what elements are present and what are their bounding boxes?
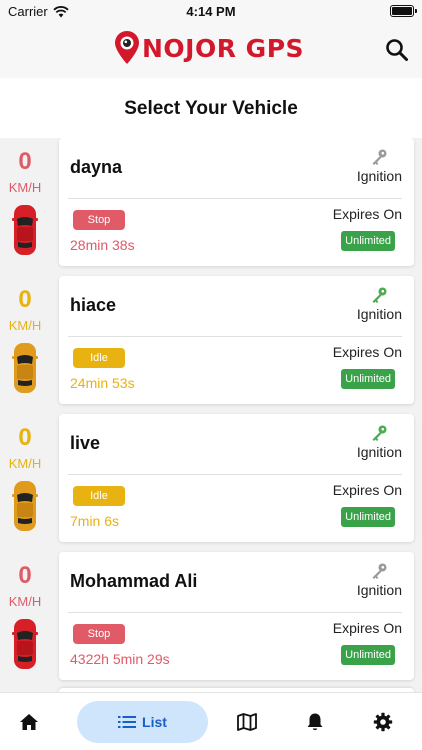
key-gray-icon (372, 149, 387, 165)
home-icon (20, 714, 38, 730)
speed-unit: KM/H (8, 180, 42, 195)
expiry-badge: Unlimited (341, 645, 395, 665)
red-car-icon (12, 205, 38, 255)
card-divider (68, 612, 402, 613)
status-badge: Idle (73, 486, 125, 506)
key-green-icon (372, 287, 387, 303)
expires-label: Expires On (332, 344, 402, 360)
card-divider (68, 336, 402, 337)
card-divider (68, 198, 402, 199)
bottom-tab-bar: List (0, 692, 422, 750)
settings-icon (373, 712, 393, 732)
status-duration: 7min 6s (70, 513, 120, 529)
tab-list-label: List (142, 714, 167, 730)
vehicle-name: live (70, 433, 101, 453)
bell-icon (307, 713, 323, 731)
tab-list[interactable]: List (77, 701, 208, 743)
tab-home[interactable] (14, 701, 44, 743)
ignition-label: Ignition (356, 306, 402, 322)
vehicle-name: Mohammad Ali (70, 571, 198, 591)
location-pin-icon (115, 31, 139, 64)
vehicle-row: 0 KM/H dayna Ignition Stop 28min 38s Exp… (0, 138, 422, 268)
tab-notifications[interactable] (300, 701, 330, 743)
search-button[interactable] (384, 37, 410, 63)
speed-unit: KM/H (8, 594, 42, 609)
red-car-icon (12, 619, 38, 669)
map-icon (237, 713, 257, 731)
brand-name: NOJOR GPS (142, 33, 305, 63)
status-badge: Stop (73, 624, 125, 644)
key-gray-icon (372, 563, 387, 579)
expires-label: Expires On (332, 206, 402, 222)
vehicle-row: 0 KM/H Mohammad Ali Ignition Stop 4322h … (0, 552, 422, 682)
status-badge: Idle (73, 348, 125, 368)
speed-value: 0 (18, 424, 32, 451)
vehicle-row: 0 KM/H hiace Ignition Idle 24min 53s Exp… (0, 276, 422, 406)
card-divider (68, 474, 402, 475)
speed-unit: KM/H (8, 318, 42, 333)
vehicle-card[interactable]: hiace Ignition Idle 24min 53s Expires On… (59, 276, 414, 404)
status-badge: Stop (73, 210, 125, 230)
speed-value: 0 (18, 148, 32, 175)
vehicle-card[interactable]: live Ignition Idle 7min 6s Expires On Un… (59, 414, 414, 542)
tab-map[interactable] (232, 701, 262, 743)
battery-icon (390, 5, 417, 17)
speed-value: 0 (18, 286, 32, 313)
tab-settings[interactable] (368, 701, 398, 743)
list-icon (118, 716, 137, 728)
app-header: NOJOR GPS (0, 24, 422, 78)
status-bar: Carrier 4:14 PM (0, 0, 422, 24)
speed-unit: KM/H (8, 456, 42, 471)
key-green-icon (372, 425, 387, 441)
vehicle-card[interactable]: dayna Ignition Stop 28min 38s Expires On… (59, 138, 414, 266)
status-duration: 4322h 5min 29s (70, 651, 170, 667)
expiry-badge: Unlimited (341, 507, 395, 527)
ignition-label: Ignition (356, 444, 402, 460)
orange-car-icon (12, 481, 38, 531)
expires-label: Expires On (332, 482, 402, 498)
vehicle-list[interactable]: 0 KM/H dayna Ignition Stop 28min 38s Exp… (0, 138, 422, 692)
page-title: Select Your Vehicle (124, 98, 298, 119)
brand-logo: NOJOR GPS (114, 30, 304, 66)
vehicle-name: dayna (70, 157, 123, 177)
title-bar: Select Your Vehicle (0, 78, 422, 138)
vehicle-name: hiace (70, 295, 117, 315)
status-duration: 24min 53s (70, 375, 135, 391)
expiry-badge: Unlimited (341, 369, 395, 389)
expiry-badge: Unlimited (341, 231, 395, 251)
speed-value: 0 (18, 562, 32, 589)
orange-car-icon (12, 343, 38, 393)
expires-label: Expires On (332, 620, 402, 636)
vehicle-row: 0 KM/H live Ignition Idle 7min 6s Expire… (0, 414, 422, 544)
ignition-label: Ignition (356, 168, 402, 184)
search-icon (386, 39, 408, 61)
vehicle-card[interactable]: Mohammad Ali Ignition Stop 4322h 5min 29… (59, 552, 414, 680)
ignition-label: Ignition (356, 582, 402, 598)
status-duration: 28min 38s (70, 237, 135, 253)
clock: 4:14 PM (186, 4, 236, 19)
